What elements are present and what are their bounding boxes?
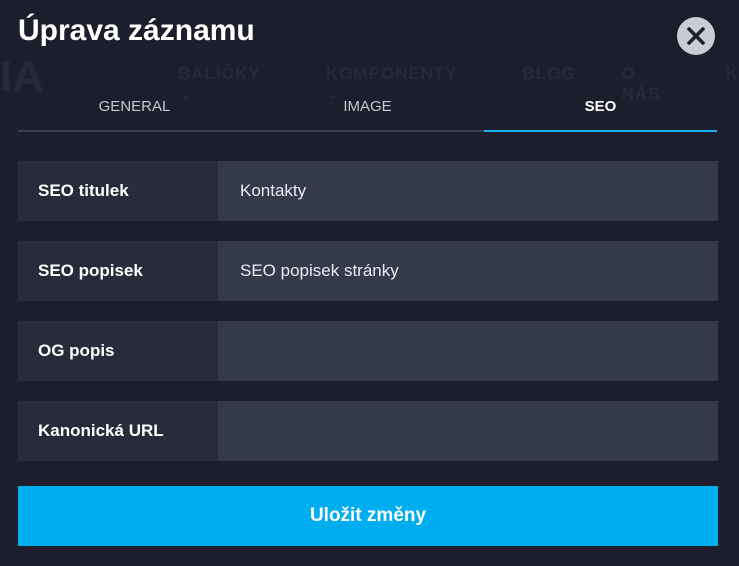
close-icon — [687, 27, 705, 45]
og-description-label: OG popis — [18, 321, 218, 381]
close-button[interactable] — [677, 17, 715, 55]
seo-description-input[interactable] — [218, 241, 718, 301]
og-description-input[interactable] — [218, 321, 718, 381]
tab-image[interactable]: IMAGE — [251, 88, 484, 130]
tab-seo[interactable]: SEO — [484, 88, 717, 132]
seo-title-label: SEO titulek — [18, 161, 218, 221]
seo-title-input[interactable] — [218, 161, 718, 221]
tab-general[interactable]: GENERAL — [18, 88, 251, 130]
seo-description-label: SEO popisek — [18, 241, 218, 301]
canonical-url-row: Kanonická URL — [18, 401, 718, 461]
background-nav-item: K — [725, 64, 739, 83]
tab-bar: GENERAL IMAGE SEO — [18, 88, 717, 132]
save-changes-button[interactable]: Uložit změny — [18, 486, 718, 546]
canonical-url-input[interactable] — [218, 401, 718, 461]
canonical-url-label: Kanonická URL — [18, 401, 218, 461]
seo-title-row: SEO titulek — [18, 161, 718, 221]
og-description-row: OG popis — [18, 321, 718, 381]
modal-title: Úprava záznamu — [18, 14, 255, 47]
seo-description-row: SEO popisek — [18, 241, 718, 301]
